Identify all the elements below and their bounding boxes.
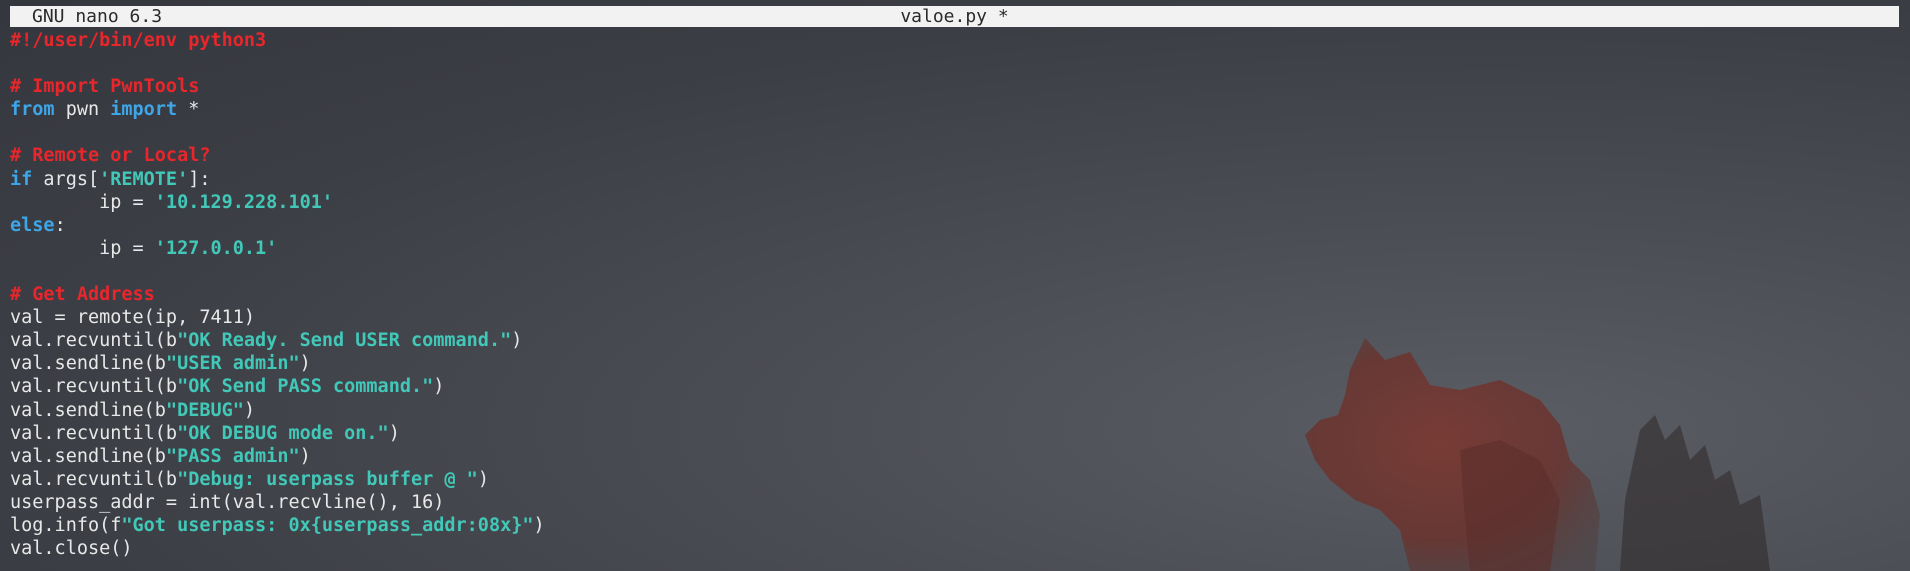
code-token-plain: * [177,99,200,121]
code-token-plain: ) [299,353,311,375]
code-token-plain: val.close() [10,538,133,560]
code-token-plain: args[ [32,168,100,190]
code-token-string: '10.129.228.101' [154,191,334,213]
code-editor-area[interactable]: #!/user/bin/env python3 # Import PwnTools… [10,29,1890,560]
code-token-string: "PASS admin" [165,445,300,467]
code-line[interactable]: ip = '127.0.0.1' [10,237,1890,260]
code-token-string: "OK Ready. Send USER command." [177,330,512,352]
code-token-keyword: else [10,214,55,236]
code-line[interactable]: ip = '10.129.228.101' [10,191,1890,214]
code-token-plain: ) [477,468,489,490]
code-token-string: "Got userpass: 0x{userpass_addr:08x}" [121,514,534,536]
code-token-plain: userpass_addr = int(val.recvline(), 16) [10,491,445,513]
code-token-plain: ) [533,514,545,536]
code-token-plain: val.sendline(b [10,353,166,375]
code-token-string: 'REMOTE' [99,168,189,190]
code-line[interactable]: # Remote or Local? [10,144,1890,167]
code-token-plain: val.sendline(b [10,399,166,421]
code-line[interactable]: else: [10,214,1890,237]
code-token-keyword: if [10,168,33,190]
code-line[interactable]: log.info(f"Got userpass: 0x{userpass_add… [10,514,1890,537]
code-token-plain: val.recvuntil(b [10,422,178,444]
code-token-string: "USER admin" [165,353,300,375]
code-token-plain: val.recvuntil(b [10,330,178,352]
file-name-label: valoe.py * [900,6,1009,27]
code-line[interactable]: val.sendline(b"DEBUG") [10,399,1890,422]
code-line[interactable]: val.recvuntil(b"OK Send PASS command.") [10,375,1890,398]
code-token-string: "DEBUG" [165,399,244,421]
code-token-comment: # Remote or Local? [10,145,211,167]
code-token-shebang: #!/user/bin/env python3 [10,30,267,51]
code-line[interactable] [10,52,1890,75]
code-token-string: "OK DEBUG mode on." [177,422,389,444]
code-token-string: "Debug: userpass buffer @ " [177,468,478,490]
code-line[interactable] [10,121,1890,144]
code-token-comment: # Get Address [10,284,155,306]
code-token-comment: # Import PwnTools [10,76,200,98]
code-line[interactable]: val.close() [10,537,1890,560]
code-line[interactable]: val.recvuntil(b"OK Ready. Send USER comm… [10,329,1890,352]
code-token-plain: ) [511,330,523,352]
code-line[interactable]: val = remote(ip, 7411) [10,306,1890,329]
code-token-plain: ]: [188,168,211,190]
code-line[interactable]: val.sendline(b"USER admin") [10,352,1890,375]
code-token-plain: ) [433,376,445,398]
code-line[interactable]: from pwn import * [10,98,1890,121]
terminal-window[interactable]: GNU nano 6.3 valoe.py * #!/user/bin/env … [0,0,1910,571]
code-token-plain: ip = [10,237,155,259]
code-token-plain: ip = [10,191,155,213]
code-token-plain: ) [388,422,400,444]
code-line[interactable]: userpass_addr = int(val.recvline(), 16) [10,491,1890,514]
code-line[interactable]: #!/user/bin/env python3 [10,29,1890,52]
nano-title-bar: GNU nano 6.3 valoe.py * [10,6,1899,27]
code-token-keyword: import [110,99,178,121]
code-token-plain: val.sendline(b [10,445,166,467]
code-token-string: "OK Send PASS command." [177,376,434,398]
code-line[interactable]: # Get Address [10,283,1890,306]
code-line[interactable]: val.recvuntil(b"OK DEBUG mode on.") [10,422,1890,445]
code-token-keyword: from [10,99,55,121]
code-token-plain: val.recvuntil(b [10,376,178,398]
code-token-plain: val = remote(ip, 7411) [10,307,256,329]
code-line[interactable]: val.sendline(b"PASS admin") [10,445,1890,468]
code-token-plain: ) [299,445,311,467]
code-token-plain: ) [243,399,256,421]
code-line[interactable]: # Import PwnTools [10,75,1890,98]
code-line[interactable]: if args['REMOTE']: [10,168,1890,191]
code-line[interactable] [10,260,1890,283]
code-token-plain: : [54,214,66,236]
code-token-plain: pwn [54,99,111,121]
code-token-plain: val.recvuntil(b [10,468,178,490]
code-line[interactable]: val.recvuntil(b"Debug: userpass buffer @… [10,468,1890,491]
code-token-string: '127.0.0.1' [154,237,278,259]
code-token-plain: log.info(f [10,514,122,536]
